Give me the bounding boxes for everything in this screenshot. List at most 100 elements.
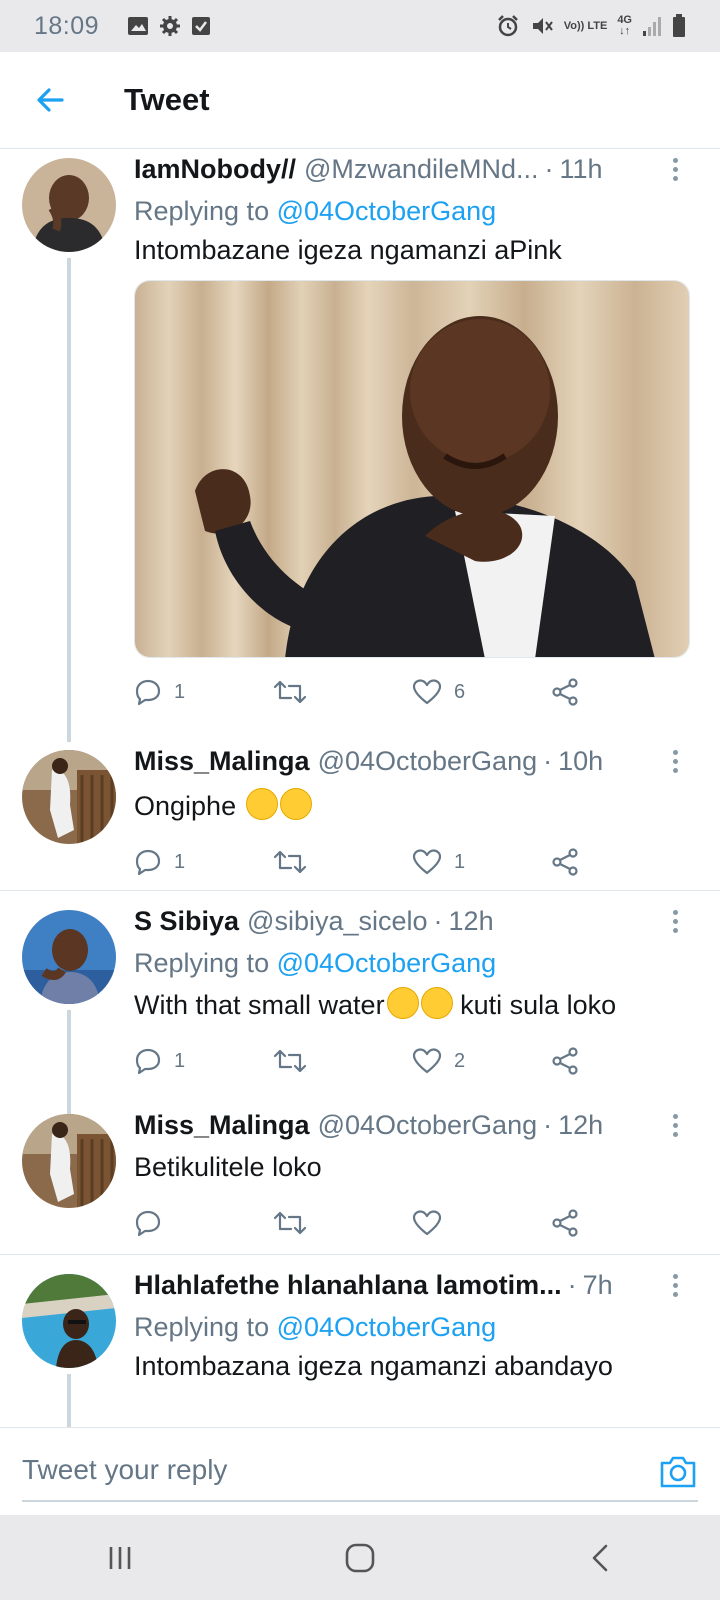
tweet-item[interactable]: Hlahlafethe hlanahlana lamotim... · 7h R… <box>0 1266 720 1427</box>
retweet-button[interactable] <box>273 1048 412 1074</box>
retweet-button[interactable] <box>273 1210 412 1236</box>
status-time: 18:09 <box>34 11 100 40</box>
replying-to: Replying to @04OctoberGang <box>134 948 690 979</box>
reply-button[interactable]: 1 <box>134 1047 273 1075</box>
avatar[interactable] <box>22 750 116 844</box>
avatar[interactable] <box>22 910 116 1004</box>
replying-prefix: Replying to <box>134 1312 270 1342</box>
tweet-text-continued: kuti sula loko <box>460 990 617 1020</box>
tweet-actions: 1 6 <box>134 672 690 712</box>
system-nav-bar <box>0 1515 720 1600</box>
reply-input[interactable]: Tweet your reply <box>22 1444 698 1502</box>
tweet-author-name[interactable]: Miss_Malinga <box>134 1110 310 1141</box>
more-options-icon[interactable] <box>660 910 690 940</box>
back-nav-button[interactable] <box>560 1528 640 1588</box>
heart-icon <box>412 849 442 875</box>
avatar[interactable] <box>22 158 116 252</box>
like-button[interactable] <box>412 1209 551 1237</box>
avatar[interactable] <box>22 1274 116 1368</box>
reply-button[interactable]: 1 <box>134 848 273 876</box>
replying-to: Replying to @04OctoberGang <box>134 196 690 227</box>
tweet-author-name[interactable]: Miss_Malinga <box>134 746 310 777</box>
tweet-author-handle[interactable]: @04OctoberGang <box>318 746 538 777</box>
like-count: 2 <box>454 1049 466 1072</box>
share-button[interactable] <box>551 1047 690 1075</box>
mention-link[interactable]: @04OctoberGang <box>277 196 497 226</box>
tweet-item[interactable]: S Sibiya @sibiya_sicelo · 12h Replying t… <box>0 902 720 1118</box>
tweet-author-name[interactable]: Hlahlafethe hlanahlana lamotim... <box>134 1270 562 1301</box>
share-button[interactable] <box>551 1209 690 1237</box>
home-button[interactable] <box>320 1528 400 1588</box>
separator-dot: · <box>433 906 443 936</box>
divider <box>0 890 720 891</box>
share-icon <box>552 1209 578 1237</box>
share-button[interactable] <box>551 848 690 876</box>
home-icon <box>345 1543 375 1572</box>
like-button[interactable]: 1 <box>412 848 551 876</box>
tweet-author-handle[interactable]: @sibiya_sicelo <box>247 906 427 937</box>
tweet-item[interactable]: Miss_Malinga @04OctoberGang · 10h Ongiph… <box>0 742 720 888</box>
heart-icon <box>412 679 442 705</box>
face-with-tears-of-joy-icon <box>245 788 278 820</box>
face-with-rolling-eyes-icon <box>420 987 453 1019</box>
reply-count: 1 <box>174 850 186 873</box>
thread-connector <box>67 1010 71 1118</box>
reply-button[interactable] <box>134 1209 273 1237</box>
mute-icon <box>532 18 553 34</box>
recent-apps-button[interactable] <box>80 1528 160 1588</box>
tweet-author-handle[interactable]: @04OctoberGang <box>318 1110 538 1141</box>
tweet-text-content: With that small water <box>134 990 385 1020</box>
tweet-text: With that small water kuti sula loko <box>134 987 690 1021</box>
tweet-actions: 1 1 <box>134 842 690 882</box>
tweet-text: Intombazana igeza ngamanzi abandayo <box>134 1351 613 1381</box>
replying-to: Replying to @04OctoberGang <box>134 1312 690 1343</box>
tweet-item[interactable]: IamNobody// @MzwandileMNd... · 11h Reply… <box>0 150 720 742</box>
camera-button[interactable] <box>658 1454 698 1490</box>
tweet-author-name[interactable]: S Sibiya <box>134 906 239 937</box>
retweet-icon <box>273 1049 307 1073</box>
like-button[interactable]: 2 <box>412 1047 551 1075</box>
share-icon <box>552 678 578 706</box>
reply-count: 1 <box>174 1049 186 1072</box>
image-icon <box>128 17 149 35</box>
tweet-image[interactable] <box>134 280 690 658</box>
tweet-time: 7h <box>582 1270 613 1300</box>
camera-icon <box>660 1456 696 1488</box>
reply-thread[interactable]: IamNobody// @MzwandileMNd... · 11h Reply… <box>0 150 720 1427</box>
tweet-actions: 1 2 <box>134 1041 690 1081</box>
volte-icon: Vo)) LTE <box>564 20 608 32</box>
reply-icon <box>135 1048 161 1075</box>
retweet-button[interactable] <box>273 849 412 875</box>
gear-icon <box>160 16 181 36</box>
like-count: 1 <box>454 850 466 873</box>
divider <box>0 1254 720 1255</box>
tweet-time: 10h <box>558 746 604 776</box>
tweet-text-content: Ongiphe <box>134 791 237 821</box>
retweet-icon <box>273 1211 307 1235</box>
page-title: Tweet <box>124 82 210 117</box>
mention-link[interactable]: @04OctoberGang <box>277 1312 497 1342</box>
back-button[interactable] <box>20 70 80 130</box>
share-button[interactable] <box>551 678 690 706</box>
separator-dot: · <box>543 746 553 776</box>
tweet-author-handle[interactable]: @MzwandileMNd... <box>304 154 538 185</box>
retweet-icon <box>273 850 307 874</box>
signal-icon <box>643 17 661 36</box>
mention-link[interactable]: @04OctoberGang <box>277 948 497 978</box>
more-options-icon[interactable] <box>660 158 690 188</box>
tweet-text: Betikulitele loko <box>134 1152 322 1182</box>
more-options-icon[interactable] <box>660 1274 690 1304</box>
reply-button[interactable]: 1 <box>134 678 273 706</box>
tweet-item[interactable]: Miss_Malinga @04OctoberGang · 12h Betiku… <box>0 1106 720 1252</box>
face-with-tears-of-joy-icon <box>279 788 312 820</box>
tweet-author-name[interactable]: IamNobody// <box>134 154 296 185</box>
avatar[interactable] <box>22 1114 116 1208</box>
recent-apps-icon <box>109 1546 131 1569</box>
retweet-icon <box>273 680 307 704</box>
retweet-button[interactable] <box>273 679 412 705</box>
more-options-icon[interactable] <box>660 1114 690 1144</box>
battery-icon <box>673 14 685 37</box>
reply-icon <box>135 849 161 876</box>
more-options-icon[interactable] <box>660 750 690 780</box>
like-button[interactable]: 6 <box>412 678 551 706</box>
